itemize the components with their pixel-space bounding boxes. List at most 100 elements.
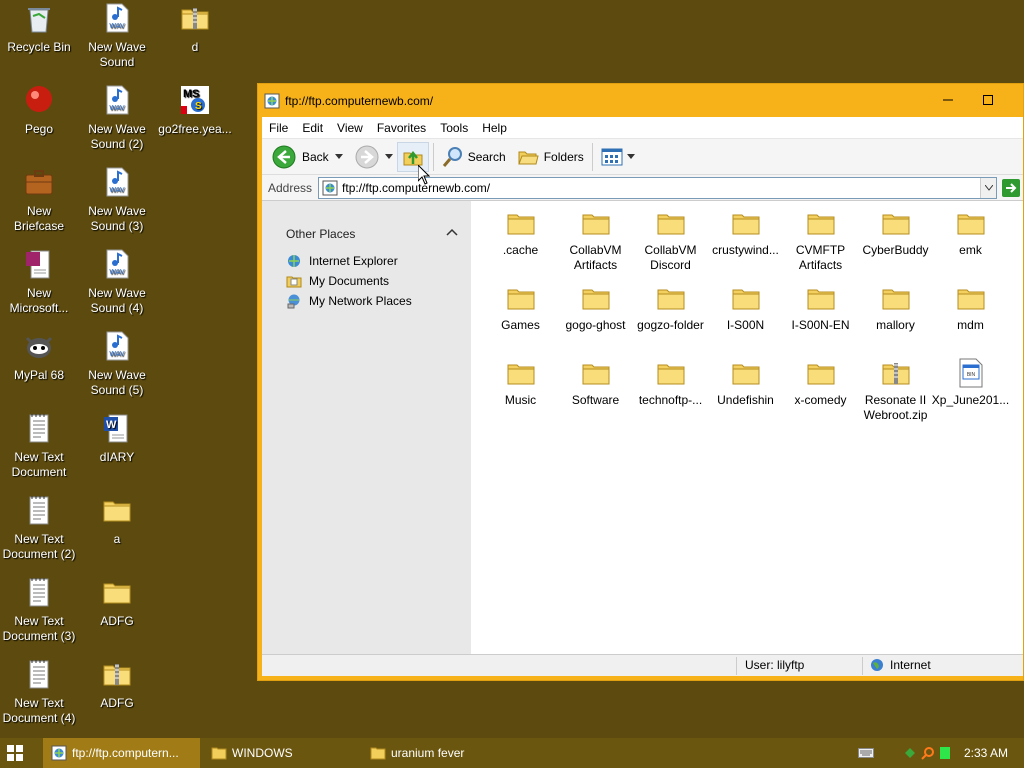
desktop-icon[interactable]: New Text Document bbox=[0, 412, 78, 480]
back-button[interactable]: Back bbox=[268, 142, 333, 172]
network-places-icon bbox=[287, 294, 300, 309]
other-places-my-documents[interactable]: My Documents bbox=[286, 273, 389, 289]
menu-view[interactable]: View bbox=[330, 121, 370, 135]
desktop-icon[interactable]: MS S go2free.yea... bbox=[156, 84, 234, 137]
file-item-label: technoftp-... bbox=[638, 393, 703, 407]
desktop-icon[interactable]: New Microsoft... bbox=[0, 248, 78, 316]
file-item[interactable]: gogo-ghost bbox=[558, 282, 633, 333]
file-item-label: Undefishin bbox=[717, 393, 774, 407]
menu-file[interactable]: File bbox=[262, 121, 295, 135]
desktop-icon[interactable]: MyPal 68 bbox=[0, 330, 78, 383]
title-bar[interactable]: ftp://ftp.computernewb.com/ bbox=[258, 84, 1023, 117]
wav-file-icon: WAV bbox=[101, 330, 133, 362]
desktop-icon[interactable]: New Briefcase bbox=[0, 166, 78, 234]
file-item-label: CVMFTP Artifacts bbox=[795, 243, 846, 272]
ms-document-icon bbox=[23, 248, 55, 280]
desktop-icon[interactable]: WAV New Wave Sound (2) bbox=[78, 84, 156, 152]
address-dropdown[interactable] bbox=[980, 177, 996, 198]
clock-time: 2:33 AM bbox=[964, 746, 1009, 760]
file-item[interactable]: Resonate II Webroot.zip bbox=[858, 357, 933, 423]
network-icon[interactable] bbox=[903, 746, 917, 760]
file-item[interactable]: x-comedy bbox=[783, 357, 858, 408]
desktop-icon[interactable]: Pego bbox=[0, 84, 78, 137]
file-item[interactable]: Undefishin bbox=[708, 357, 783, 408]
keyboard-tray[interactable] bbox=[858, 738, 874, 768]
collapse-icon[interactable] bbox=[446, 225, 458, 239]
folders-button[interactable]: Folders bbox=[514, 142, 588, 172]
search-button[interactable]: Search bbox=[438, 142, 510, 172]
desktop-icon-label: ADFG bbox=[100, 614, 134, 628]
desktop-icon[interactable]: WAV New Wave Sound (5) bbox=[78, 330, 156, 398]
file-item[interactable]: emk bbox=[933, 207, 1008, 258]
svg-text:WAV: WAV bbox=[109, 187, 124, 194]
search-tray-icon[interactable] bbox=[921, 746, 935, 760]
taskbar-item-uranium-fever[interactable]: uranium fever bbox=[362, 738, 517, 768]
desktop-icon[interactable]: WAV New Wave Sound (3) bbox=[78, 166, 156, 234]
menu-tools[interactable]: Tools bbox=[433, 121, 475, 135]
folders-label: Folders bbox=[543, 149, 584, 164]
desktop-icon-label: New Wave Sound (2) bbox=[88, 122, 146, 151]
desktop-icon-label: New Briefcase bbox=[13, 204, 65, 233]
menu-edit[interactable]: Edit bbox=[295, 121, 330, 135]
desktop-icon[interactable]: WAV New Wave Sound (4) bbox=[78, 248, 156, 316]
taskbar-item-ftp[interactable]: ftp://ftp.computern... bbox=[43, 738, 200, 768]
other-places-title[interactable]: Other Places bbox=[286, 227, 355, 241]
file-item[interactable]: BIN Xp_June201... bbox=[932, 357, 1009, 408]
desktop-icon[interactable]: a bbox=[78, 494, 156, 547]
other-places-internet-explorer[interactable]: Internet Explorer bbox=[286, 253, 398, 269]
file-item[interactable]: CollabVM Discord bbox=[633, 207, 708, 273]
desktop-icon[interactable]: New Text Document (3) bbox=[0, 576, 78, 644]
desktop-icon[interactable]: New Text Document (2) bbox=[0, 494, 78, 562]
desktop-icon-label: Recycle Bin bbox=[7, 40, 71, 54]
folder-icon bbox=[655, 357, 687, 389]
maximize-button[interactable] bbox=[965, 84, 1011, 116]
wav-file-icon: WAV bbox=[101, 166, 133, 198]
taskbar-item-label: uranium fever bbox=[391, 746, 465, 760]
taskbar: ftp://ftp.computern... WINDOWS uranium f… bbox=[0, 738, 1024, 768]
folder-icon bbox=[370, 747, 386, 760]
folder-icon bbox=[955, 282, 987, 314]
file-item[interactable]: crustywind... bbox=[708, 207, 783, 258]
window-client: File Edit View Favorites Tools Help Back bbox=[262, 117, 1023, 676]
back-dropdown[interactable] bbox=[333, 142, 345, 172]
folder-icon bbox=[505, 357, 537, 389]
file-item[interactable]: Music bbox=[483, 357, 558, 408]
desktop-icon[interactable]: Recycle Bin bbox=[0, 2, 78, 55]
internet-explorer-icon bbox=[288, 255, 300, 267]
desktop-icon[interactable]: ADFG bbox=[78, 576, 156, 629]
desktop-icon[interactable]: WAV New Wave Sound bbox=[78, 2, 156, 70]
start-button[interactable] bbox=[0, 738, 30, 768]
desktop-icon[interactable]: ADFG bbox=[78, 658, 156, 711]
file-item[interactable]: CyberBuddy bbox=[858, 207, 933, 258]
battery-icon[interactable] bbox=[939, 746, 951, 760]
desktop-icon[interactable]: WdIARY bbox=[78, 412, 156, 465]
other-places-my-network-places[interactable]: My Network Places bbox=[286, 293, 412, 309]
file-item[interactable]: I-S00N-EN bbox=[783, 282, 858, 333]
file-item[interactable]: mallory bbox=[858, 282, 933, 333]
status-user: User: lilyftp bbox=[745, 658, 805, 672]
forward-dropdown[interactable] bbox=[383, 142, 395, 172]
forward-button[interactable] bbox=[351, 142, 383, 172]
file-item[interactable]: technoftp-... bbox=[633, 357, 708, 408]
file-item[interactable]: gogzo-folder bbox=[633, 282, 708, 333]
file-item[interactable]: mdm bbox=[933, 282, 1008, 333]
file-item[interactable]: CVMFTP Artifacts bbox=[783, 207, 858, 273]
file-item[interactable]: I-S00N bbox=[708, 282, 783, 333]
go-button[interactable] bbox=[1001, 178, 1021, 198]
desktop-icon[interactable]: New Text Document (4) bbox=[0, 658, 78, 726]
folder-icon bbox=[805, 207, 837, 239]
views-button[interactable] bbox=[597, 142, 639, 172]
file-item[interactable]: CollabVM Artifacts bbox=[558, 207, 633, 273]
desktop-icon-label: New Text Document (4) bbox=[2, 696, 76, 725]
file-item[interactable]: Games bbox=[483, 282, 558, 333]
file-item[interactable]: .cache bbox=[483, 207, 558, 258]
file-item-label: Software bbox=[571, 393, 620, 407]
file-item[interactable]: Software bbox=[558, 357, 633, 408]
menu-help[interactable]: Help bbox=[475, 121, 514, 135]
status-bar: User: lilyftp Internet bbox=[262, 654, 1023, 676]
taskbar-item-windows[interactable]: WINDOWS bbox=[203, 738, 358, 768]
folder-icon bbox=[580, 357, 612, 389]
menu-favorites[interactable]: Favorites bbox=[370, 121, 433, 135]
clock[interactable]: 2:33 AM bbox=[964, 738, 1008, 768]
desktop-icon[interactable]: d bbox=[156, 2, 234, 55]
